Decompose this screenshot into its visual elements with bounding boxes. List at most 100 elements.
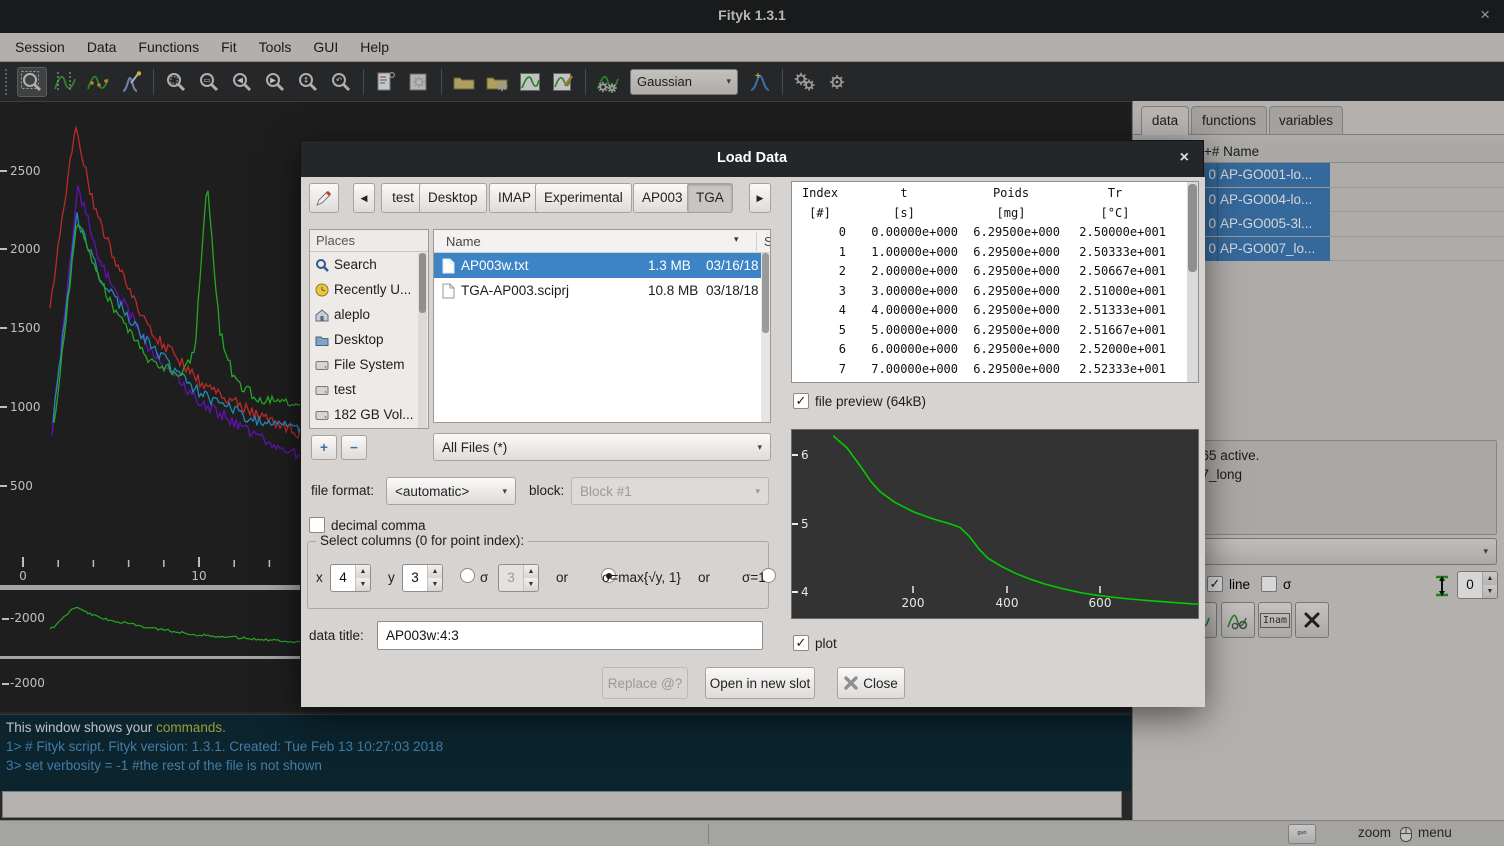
data-title-input[interactable]: AP003w:4:3 [377, 621, 763, 650]
file-preview-pane[interactable]: IndextPoidsTr[#][s][mg][°C]00.00000e+000… [791, 181, 1199, 383]
line-checkbox[interactable]: ✓ [1207, 575, 1223, 593]
menu-functions[interactable]: Functions [127, 34, 210, 60]
path-back-button[interactable]: ◀ [353, 183, 375, 213]
fit-settings-icon[interactable] [823, 67, 853, 97]
function-type-dropdown[interactable]: Gaussian▾ [630, 69, 738, 95]
zoom-previous-icon[interactable]: ↶ [326, 67, 356, 97]
edit-script-icon[interactable] [371, 67, 401, 97]
sigma-checkbox[interactable] [1261, 575, 1277, 593]
svg-text:↕: ↕ [303, 75, 309, 84]
file-preview-label: file preview (64kB) [815, 394, 926, 409]
dataset-name: AP-GO004-lo... [1220, 188, 1328, 212]
place-182-gb-vol-[interactable]: 182 GB Vol... [310, 402, 428, 427]
mouse-config-button[interactable]: ᵍᵘᵒ [1288, 824, 1316, 844]
col-name[interactable]: Name [446, 234, 481, 249]
file-filter-dropdown[interactable]: All Files (*)▾ [433, 433, 771, 461]
shift-spinner[interactable]: 0 ▲▼ [1457, 571, 1498, 599]
file-list: Name ▾ Size Modified AP003w.txt1.3 MB03/… [433, 229, 771, 423]
open-session-icon[interactable] [449, 67, 479, 97]
or-label-2: or [698, 570, 710, 585]
open-in-new-slot-button[interactable]: Open in new slot [705, 667, 815, 699]
baseline-mode-icon[interactable] [83, 67, 113, 97]
svg-text:▭: ▭ [203, 75, 210, 84]
tab-variables[interactable]: variables [1269, 106, 1343, 134]
file-preview-checkbox[interactable]: ✓ [793, 393, 809, 409]
window-title: Fityk 1.3.1 [0, 7, 1504, 23]
preview-scrollbar[interactable] [1187, 182, 1198, 382]
data-transform-button[interactable] [1221, 602, 1255, 638]
sigma-col-radio[interactable] [460, 568, 475, 583]
menu-gui[interactable]: GUI [302, 34, 349, 60]
load-data-icon[interactable] [482, 67, 512, 97]
breadcrumb-imap[interactable]: IMAP [489, 183, 540, 213]
places-scrollbar[interactable] [418, 253, 427, 428]
block-dropdown: Block #1▾ [571, 477, 769, 505]
command-input[interactable] [2, 791, 1122, 818]
menu-data[interactable]: Data [76, 34, 128, 60]
chevron-right-icon: ▶ [757, 193, 764, 203]
file-list-scrollbar[interactable] [761, 253, 770, 422]
tab-functions[interactable]: functions [1191, 106, 1267, 134]
zoom-right-icon[interactable]: ▶ [260, 67, 290, 97]
preview-data-row: 33.00000e+0006.29500e+0002.51000e+001 [792, 282, 1168, 302]
add-peak-mode-icon[interactable] [116, 67, 146, 97]
close-button[interactable]: Close [837, 667, 905, 699]
file-format-dropdown[interactable]: <automatic>▾ [386, 477, 516, 505]
breadcrumb-desktop[interactable]: Desktop [419, 183, 487, 213]
fit-run-icon[interactable] [790, 67, 820, 97]
add-place-button[interactable]: + [311, 435, 337, 460]
col-size[interactable]: Size [764, 234, 771, 249]
zoom-left-icon[interactable]: ◀ [227, 67, 257, 97]
data-range-mode-icon[interactable] [50, 67, 80, 97]
folder-icon [315, 333, 329, 347]
zoom-all-icon[interactable] [161, 67, 191, 97]
console-line: 3> set verbosity = -1 #the rest of the f… [6, 756, 1125, 775]
sigma-checkbox-label: σ [1283, 577, 1291, 592]
sigma-col-label: σ [480, 570, 488, 585]
plot-checkbox[interactable]: ✓ [793, 635, 809, 651]
file-size: 1.3 MB [648, 258, 706, 273]
toolbar-grip[interactable] [5, 69, 12, 95]
console-highlight: commands. [156, 720, 226, 735]
save-session-icon[interactable] [515, 67, 545, 97]
zoom-vertical-icon[interactable]: ↕ [293, 67, 323, 97]
session-settings-icon[interactable] [404, 67, 434, 97]
minus-icon: − [350, 440, 358, 455]
place-file-system[interactable]: File System [310, 352, 428, 377]
preview-header: IndextPoidsTr [792, 184, 1168, 204]
path-forward-button[interactable]: ▶ [749, 183, 771, 213]
decimal-comma-checkbox[interactable] [309, 516, 325, 534]
breadcrumb-experimental[interactable]: Experimental [535, 183, 632, 213]
sigma-one-label: σ=1 [742, 570, 766, 585]
spin-up-icon: ▲ [524, 565, 538, 578]
breadcrumb-tga[interactable]: TGA [687, 183, 733, 213]
file-row-tga-ap003-sciprj[interactable]: TGA-AP003.sciprj10.8 MB03/18/18 [434, 278, 770, 303]
menu-fit[interactable]: Fit [210, 34, 248, 60]
edit-path-button[interactable] [309, 183, 339, 213]
menu-help[interactable]: Help [349, 34, 400, 60]
place-search[interactable]: Search [310, 252, 428, 277]
tab-data[interactable]: data [1141, 106, 1189, 135]
place-test[interactable]: test [310, 377, 428, 402]
menu-session[interactable]: Session [4, 34, 76, 60]
dialog-close-icon[interactable]: × [1180, 149, 1189, 167]
mouse-icon [1398, 826, 1414, 843]
window-close-icon[interactable]: × [1480, 5, 1490, 25]
data-transform-icon[interactable] [593, 67, 623, 97]
file-row-ap003w-txt[interactable]: AP003w.txt1.3 MB03/16/18 [434, 253, 770, 278]
place-desktop[interactable]: Desktop [310, 327, 428, 352]
delete-data-button[interactable] [1295, 602, 1329, 638]
spin-down-icon: ▼ [1483, 585, 1497, 598]
add-function-icon[interactable]: + [745, 67, 775, 97]
y-col-spinner[interactable]: 3 ▲▼ [402, 564, 443, 592]
export-data-icon[interactable] [548, 67, 578, 97]
breadcrumb-ap003[interactable]: AP003 [633, 183, 692, 213]
zoom-mode-icon[interactable] [17, 67, 47, 97]
remove-place-button[interactable]: − [341, 435, 367, 460]
x-col-spinner[interactable]: 4 ▲▼ [330, 564, 371, 592]
place-recently-u-[interactable]: Recently U... [310, 277, 428, 302]
menu-tools[interactable]: Tools [248, 34, 303, 60]
zoom-selection-icon[interactable]: ▭ [194, 67, 224, 97]
place-aleplo[interactable]: aleplo [310, 302, 428, 327]
rename-data-button[interactable]: Inam [1258, 602, 1292, 638]
